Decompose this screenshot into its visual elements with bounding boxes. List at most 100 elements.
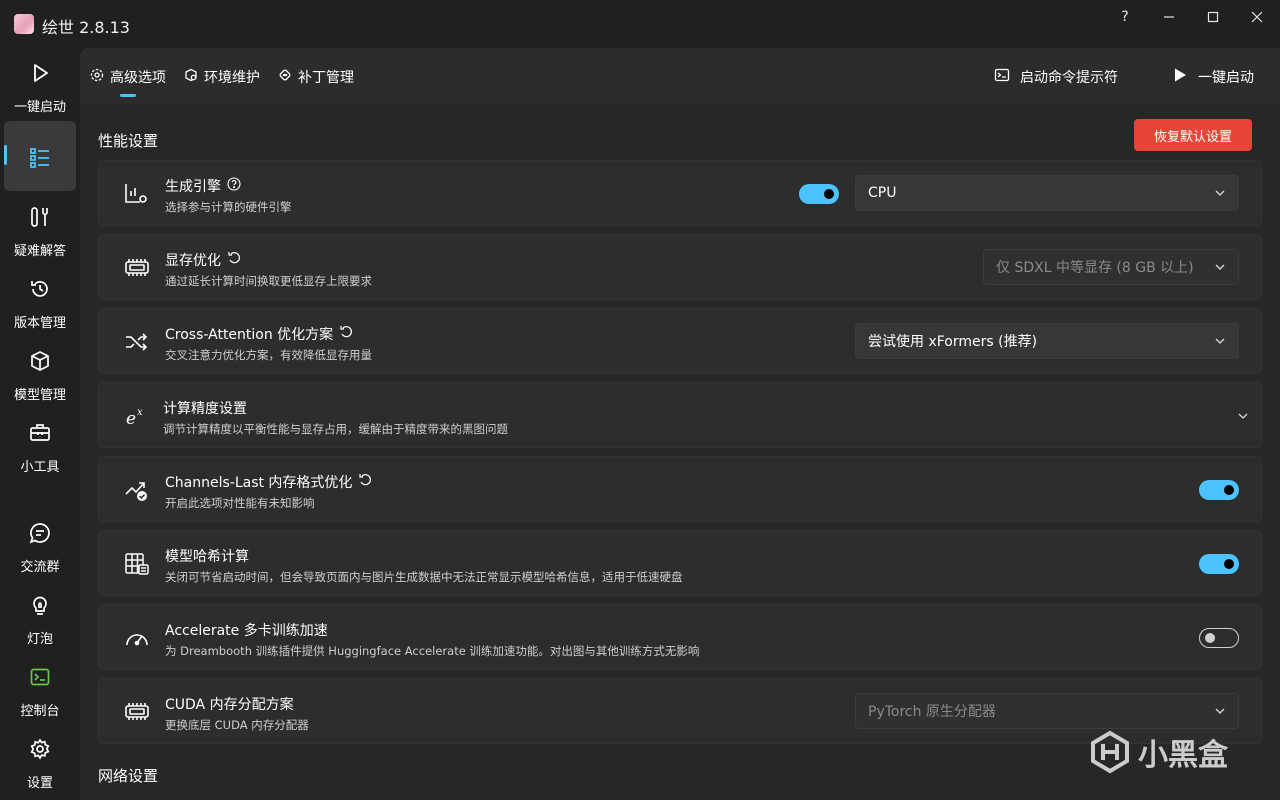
setting-desc: 交叉注意力优化方案，有效降低显存用量 <box>165 348 372 362</box>
title-bar: 绘世 2.8.13 ? <box>0 0 1280 48</box>
maximize-button[interactable] <box>1190 6 1236 28</box>
setting-card-accelerate: Accelerate 多卡训练加速 为 Dreambooth 训练插件提供 Hu… <box>98 604 1262 670</box>
model-hash-toggle[interactable] <box>1199 554 1239 574</box>
open-terminal-label: 启动命令提示符 <box>1020 70 1118 86</box>
channels-last-toggle[interactable] <box>1199 480 1239 500</box>
chevron-down-icon <box>1215 338 1225 344</box>
accelerate-toggle[interactable] <box>1199 628 1239 648</box>
chat-icon <box>27 520 53 546</box>
sidebar-item-models[interactable]: 模型管理 <box>4 342 76 412</box>
tab-bar: 高级选项 环境维护 补丁管理 启动命令提示符 一键启动 <box>80 48 1280 104</box>
setting-title: 模型哈希计算 <box>165 546 249 566</box>
setting-title-text: 模型哈希计算 <box>165 549 249 565</box>
open-terminal-button[interactable]: 启动命令提示符 <box>994 66 1118 88</box>
trend-check-icon <box>123 477 151 503</box>
sidebar-item-troubleshoot[interactable]: 疑难解答 <box>4 198 76 268</box>
terminal-icon <box>994 67 1010 87</box>
setting-title: Channels-Last 内存格式优化 <box>165 472 372 492</box>
play-icon <box>1172 67 1188 87</box>
setting-card-channels-last: Channels-Last 内存格式优化 开启此选项对性能有未知影响 <box>98 456 1262 522</box>
sidebar-item-label: 设置 <box>26 776 53 791</box>
engine-toggle[interactable] <box>799 184 839 204</box>
svg-text:x: x <box>137 407 143 418</box>
setting-title-text: 计算精度设置 <box>163 401 247 417</box>
engine-icon <box>123 181 151 207</box>
select-value: 尝试使用 xFormers (推荐) <box>868 334 1038 350</box>
sidebar-item-label: 模型管理 <box>13 388 66 403</box>
undo-icon[interactable] <box>339 325 353 343</box>
sidebar-item-community[interactable]: 交流群 <box>4 514 76 584</box>
chevron-down-icon <box>1215 264 1225 270</box>
table-icon <box>123 551 151 577</box>
setting-desc: 开启此选项对性能有未知影响 <box>165 496 315 510</box>
cross-attention-select[interactable]: 尝试使用 xFormers (推荐) <box>855 323 1239 359</box>
reset-defaults-button[interactable]: 恢复默认设置 <box>1134 119 1252 151</box>
minimize-button[interactable] <box>1146 6 1192 28</box>
heybox-logo-icon <box>1091 730 1129 774</box>
section-title-performance: 性能设置 <box>98 132 159 150</box>
tools-icon <box>27 204 53 230</box>
setting-title: 显存优化 <box>165 250 241 270</box>
memory-chip-icon <box>123 699 151 725</box>
play-icon <box>27 60 53 86</box>
setting-title: 生成引擎 <box>165 176 241 196</box>
undo-icon[interactable] <box>227 251 241 269</box>
gear-icon <box>90 68 104 86</box>
tab-label: 环境维护 <box>204 70 260 86</box>
setting-title-text: 生成引擎 <box>165 179 221 195</box>
close-button[interactable] <box>1234 6 1280 28</box>
setting-card-cross-attention: Cross-Attention 优化方案 交叉注意力优化方案，有效降低显存用量 … <box>98 308 1262 374</box>
setting-card-precision[interactable]: e x 计算精度设置 调节计算精度以平衡性能与显存占用，缓解由于精度带来的黑图问… <box>98 382 1262 448</box>
vram-select[interactable]: 仅 SDXL 中等显存 (8 GB 以上) <box>983 249 1239 285</box>
patch-icon <box>278 68 292 86</box>
setting-card-vram: 显存优化 通过延长计算时间换取更低显存上限要求 仅 SDXL 中等显存 (8 G… <box>98 234 1262 300</box>
maintenance-icon <box>184 68 198 86</box>
tab-label: 补丁管理 <box>298 70 354 86</box>
tab-advanced[interactable]: 高级选项 <box>90 66 166 88</box>
console-icon <box>27 664 53 690</box>
section-title-network: 网络设置 <box>98 767 159 785</box>
chevron-down-icon <box>1215 708 1225 714</box>
select-value: CPU <box>868 185 897 201</box>
tab-patches[interactable]: 补丁管理 <box>278 66 354 88</box>
sidebar-item-advanced[interactable] <box>4 121 76 191</box>
setting-title: 计算精度设置 <box>163 398 247 418</box>
tab-label: 高级选项 <box>110 70 166 86</box>
setting-desc: 调节计算精度以平衡性能与显存占用，缓解由于精度带来的黑图问题 <box>163 422 508 436</box>
sidebar-item-label: 版本管理 <box>13 316 66 331</box>
sidebar-item-launch[interactable]: 一键启动 <box>4 54 76 124</box>
sidebar-item-label: 交流群 <box>20 560 60 575</box>
setting-desc: 选择参与计算的硬件引擎 <box>165 200 292 214</box>
svg-text:e: e <box>126 409 136 427</box>
gear-icon <box>27 736 53 762</box>
sidebar-item-bulb[interactable]: 灯泡 <box>4 586 76 656</box>
watermark-text: 小黑盒 <box>1138 738 1228 773</box>
sidebar-item-label: 小工具 <box>20 460 60 475</box>
speedometer-icon <box>123 625 151 651</box>
sidebar-item-tools[interactable]: 小工具 <box>4 414 76 484</box>
setting-title-text: CUDA 内存分配方案 <box>165 697 294 713</box>
help-button[interactable]: ? <box>1102 6 1148 28</box>
setting-title-text: Cross-Attention 优化方案 <box>165 327 334 343</box>
exponent-icon: e x <box>123 403 151 429</box>
app-logo-icon <box>14 14 34 34</box>
tab-environment[interactable]: 环境维护 <box>184 66 260 88</box>
engine-select[interactable]: CPU <box>855 175 1239 211</box>
setting-desc: 通过延长计算时间换取更低显存上限要求 <box>165 274 372 288</box>
sidebar-item-console[interactable]: 控制台 <box>4 658 76 728</box>
sidebar: 一键启动 疑难解答 版本管理 模型管理 小工具 交流群 灯泡 控制台 设置 <box>0 48 80 800</box>
sidebar-item-versions[interactable]: 版本管理 <box>4 270 76 340</box>
undo-icon[interactable] <box>358 473 372 491</box>
tab-active-indicator <box>120 94 136 97</box>
list-icon <box>27 145 53 171</box>
shuffle-icon <box>123 329 151 355</box>
cuda-allocator-select[interactable]: PyTorch 原生分配器 <box>855 693 1239 729</box>
setting-title: CUDA 内存分配方案 <box>165 694 294 714</box>
sidebar-item-settings[interactable]: 设置 <box>4 730 76 800</box>
setting-card-model-hash: 模型哈希计算 关闭可节省启动时间，但会导致页面内与图片生成数据中无法正常显示模型… <box>98 530 1262 596</box>
select-value: PyTorch 原生分配器 <box>868 704 996 720</box>
help-icon[interactable] <box>227 177 241 195</box>
active-indicator <box>4 145 7 165</box>
launch-button[interactable]: 一键启动 <box>1172 66 1254 88</box>
chevron-down-icon[interactable] <box>1237 410 1249 422</box>
